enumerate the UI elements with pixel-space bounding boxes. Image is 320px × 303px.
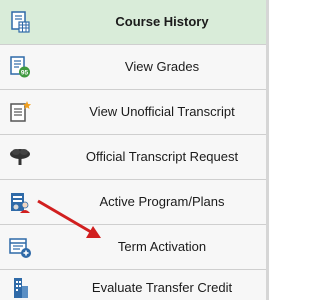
menu-item-term-activation[interactable]: Term Activation xyxy=(0,225,266,270)
menu-item-label: Evaluate Transfer Credit xyxy=(91,280,233,295)
menu-item-label: Course History xyxy=(115,14,209,29)
menu-item-label: Official Transcript Request xyxy=(85,149,239,164)
left-navigation-menu: Course History 95 View Grades View Unoff… xyxy=(0,0,269,300)
menu-item-label: View Grades xyxy=(124,59,200,74)
menu-item-active-program-plans[interactable]: Active Program/Plans xyxy=(0,180,266,225)
transcript-icon xyxy=(8,100,32,124)
menu-item-evaluate-transfer-credit[interactable]: Evaluate Transfer Credit xyxy=(0,270,266,300)
menu-item-view-unofficial-transcript[interactable]: View Unofficial Transcript xyxy=(0,90,266,135)
menu-item-label: Active Program/Plans xyxy=(99,194,225,209)
svg-text:95: 95 xyxy=(21,70,29,77)
grades-icon: 95 xyxy=(8,55,32,79)
user-document-icon xyxy=(8,190,32,214)
course-history-icon xyxy=(8,10,32,34)
list-add-icon xyxy=(8,235,32,259)
menu-item-label: View Unofficial Transcript xyxy=(89,104,235,119)
menu-item-official-transcript-request[interactable]: Official Transcript Request xyxy=(0,135,266,180)
menu-item-label: Term Activation xyxy=(117,239,207,254)
building-icon xyxy=(8,276,32,300)
menu-item-view-grades[interactable]: 95 View Grades xyxy=(0,45,266,90)
menu-item-course-history[interactable]: Course History xyxy=(0,0,266,45)
tree-icon xyxy=(8,145,32,169)
